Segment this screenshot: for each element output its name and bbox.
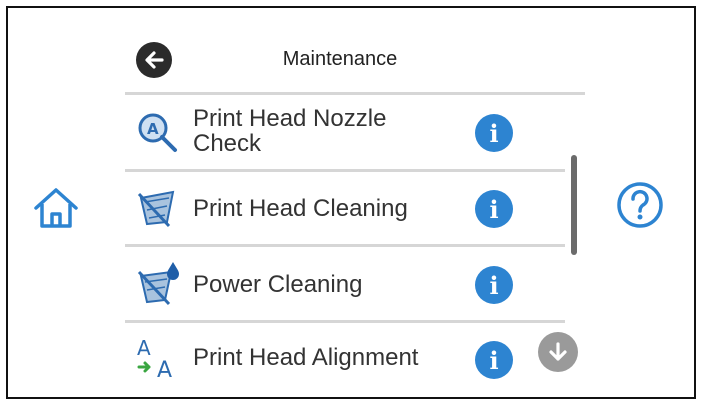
header-divider — [125, 92, 585, 95]
menu-item-label: Print Head Cleaning — [193, 195, 408, 222]
info-button[interactable]: i — [475, 341, 513, 379]
head-alignment-icon: A A — [137, 336, 172, 381]
menu-item-head-alignment[interactable]: A A Print Head Alignment i — [125, 323, 565, 397]
head-cleaning-icon — [137, 190, 175, 228]
page-title: Maintenance — [282, 48, 398, 70]
header-bar: Maintenance — [125, 22, 585, 90]
menu-item-power-cleaning[interactable]: Power Cleaning i — [125, 248, 565, 322]
power-cleaning-icon — [137, 262, 179, 306]
back-arrow-icon — [145, 51, 164, 69]
menu-item-nozzle-check[interactable]: A Print Head Nozzle Check i — [125, 96, 565, 170]
info-icon: i — [489, 118, 499, 148]
info-button[interactable]: i — [475, 266, 513, 304]
scroll-down-icon — [549, 342, 567, 361]
info-button[interactable]: i — [475, 190, 513, 228]
menu-item-label: Print Head Nozzle Check — [193, 106, 386, 156]
help-icon[interactable] — [615, 180, 665, 230]
menu-item-label: Print Head Alignment — [193, 344, 419, 371]
info-icon: i — [489, 345, 499, 375]
info-icon: i — [489, 270, 499, 300]
nozzle-check-icon: A — [138, 113, 177, 152]
label-line-1: Print Head Nozzle — [193, 105, 387, 132]
svg-text:A: A — [147, 120, 159, 138]
scroll-down-button[interactable] — [538, 332, 578, 372]
svg-text:A: A — [157, 358, 172, 381]
item-divider — [125, 244, 565, 247]
info-button[interactable]: i — [475, 114, 513, 152]
home-icon[interactable] — [30, 182, 82, 234]
info-icon: i — [489, 194, 499, 224]
back-button[interactable] — [136, 42, 172, 78]
menu-item-head-cleaning[interactable]: Print Head Cleaning i — [125, 172, 565, 246]
svg-text:A: A — [137, 336, 151, 360]
menu-item-label: Power Cleaning — [193, 271, 363, 298]
label-line-2: Check — [193, 130, 262, 157]
scrollbar-thumb[interactable] — [571, 155, 577, 255]
